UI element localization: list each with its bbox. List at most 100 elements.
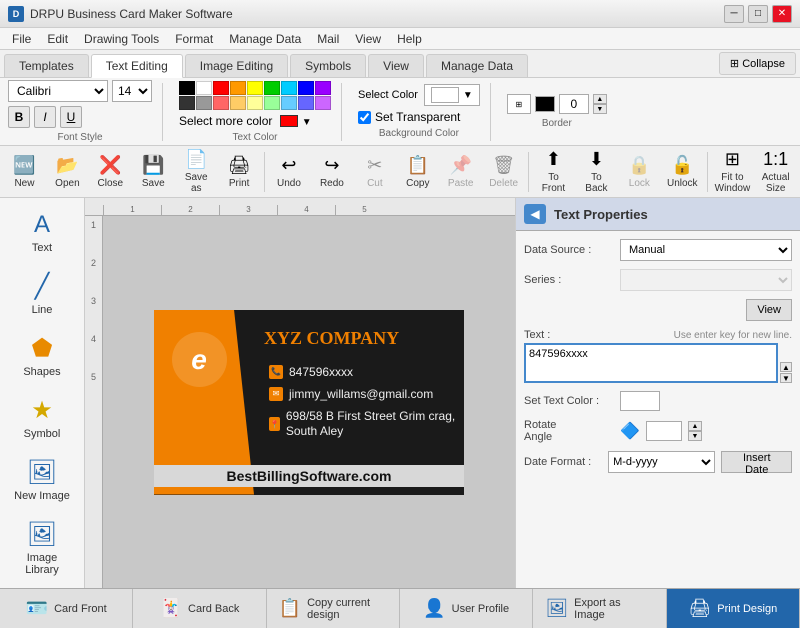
- close-label: Close: [98, 178, 124, 189]
- tool-open[interactable]: 📂Open: [47, 149, 88, 195]
- color-swatch-2[interactable]: [213, 81, 229, 95]
- panel-title: Text Properties: [554, 207, 648, 222]
- tab-text-editing[interactable]: Text Editing: [91, 54, 183, 78]
- tool-paste: 📌Paste: [440, 149, 481, 195]
- border-width-up[interactable]: ▲: [593, 94, 607, 104]
- color-swatch-9[interactable]: [179, 96, 195, 110]
- panel-back-button[interactable]: ◀: [524, 204, 546, 224]
- menu-item-format[interactable]: Format: [167, 30, 221, 48]
- menu-item-file[interactable]: File: [4, 30, 39, 48]
- new-icon: 🆕: [13, 155, 35, 176]
- color-swatch-4[interactable]: [247, 81, 263, 95]
- color-swatch-3[interactable]: [230, 81, 246, 95]
- menu-item-view[interactable]: View: [347, 30, 389, 48]
- text-textarea[interactable]: 847596xxxx: [524, 343, 778, 383]
- color-swatch-12[interactable]: [230, 96, 246, 110]
- minimize-button[interactable]: ─: [724, 5, 744, 23]
- tab-view[interactable]: View: [368, 54, 424, 77]
- color-swatch-16[interactable]: [298, 96, 314, 110]
- sidebar-item-imagelibrary[interactable]: 🖼Image Library: [3, 513, 81, 583]
- transparent-checkbox[interactable]: [358, 111, 371, 124]
- save-icon: 💾: [142, 155, 164, 176]
- sidebar-item-newimage[interactable]: 🖼New Image: [3, 451, 81, 509]
- text-label: Text: [32, 242, 52, 254]
- color-swatch-5[interactable]: [264, 81, 280, 95]
- tool-print[interactable]: 🖨Print: [219, 149, 260, 195]
- menu-item-manage-data[interactable]: Manage Data: [221, 30, 309, 48]
- tool-new[interactable]: 🆕New: [4, 149, 45, 195]
- color-swatch-0[interactable]: [179, 81, 195, 95]
- bold-button[interactable]: B: [8, 106, 30, 128]
- color-swatch-10[interactable]: [196, 96, 212, 110]
- border-pattern-selector[interactable]: ⊞: [507, 94, 531, 114]
- bottom-btn-copycurrent[interactable]: 📋Copy current design: [267, 589, 400, 628]
- sidebar-item-signature[interactable]: ✍Signature: [3, 587, 81, 588]
- menu-item-help[interactable]: Help: [389, 30, 430, 48]
- view-button[interactable]: View: [746, 299, 792, 321]
- sidebar-item-line[interactable]: ╱Line: [3, 265, 81, 323]
- bottom-btn-userprofile[interactable]: 👤User Profile: [400, 589, 533, 628]
- bottom-btn-cardback[interactable]: 🃏Card Back: [133, 589, 266, 628]
- color-swatch-17[interactable]: [315, 96, 331, 110]
- scroll-up[interactable]: ▲: [780, 362, 792, 372]
- maximize-button[interactable]: □: [748, 5, 768, 23]
- color-swatch-15[interactable]: [281, 96, 297, 110]
- menu-item-mail[interactable]: Mail: [309, 30, 347, 48]
- rotate-value-input[interactable]: 0: [646, 421, 682, 441]
- tool-saveas[interactable]: 📄Save as: [176, 149, 217, 195]
- date-format-select[interactable]: M-d-yyyy: [608, 451, 715, 473]
- tool-close[interactable]: ❌Close: [90, 149, 131, 195]
- panel-body: Data Source : Manual Series : View Text …: [516, 231, 800, 481]
- border-width-down[interactable]: ▼: [593, 104, 607, 114]
- tool-actualsize[interactable]: 1:1Actual Size: [755, 149, 796, 195]
- tab-templates[interactable]: Templates: [4, 54, 89, 77]
- series-select[interactable]: [620, 269, 792, 291]
- scroll-down[interactable]: ▼: [780, 373, 792, 383]
- color-swatch-11[interactable]: [213, 96, 229, 110]
- rotate-up[interactable]: ▲: [688, 421, 702, 431]
- tool-redo[interactable]: ↪Redo: [311, 149, 352, 195]
- bottom-btn-exportimage[interactable]: 🖼Export as Image: [533, 589, 666, 628]
- tab-manage-data[interactable]: Manage Data: [426, 54, 528, 77]
- font-name-select[interactable]: Calibri: [8, 80, 108, 102]
- select-more-row[interactable]: Select more color ▼: [179, 114, 312, 128]
- tool-undo[interactable]: ↩Undo: [269, 149, 310, 195]
- close-button[interactable]: ✕: [772, 5, 792, 23]
- tool-toback[interactable]: ⬇To Back: [576, 149, 617, 195]
- canvas-scroll[interactable]: e XYZ COMPANY 📞 847596xxxx ✉ jimmy_willa…: [103, 216, 515, 588]
- menu-item-drawing-tools[interactable]: Drawing Tools: [76, 30, 167, 48]
- tool-copy[interactable]: 📋Copy: [397, 149, 438, 195]
- tool-save[interactable]: 💾Save: [133, 149, 174, 195]
- sidebar-item-symbol[interactable]: ★Symbol: [3, 389, 81, 447]
- bg-color-picker[interactable]: ▼: [424, 84, 480, 106]
- underline-button[interactable]: U: [60, 106, 82, 128]
- bottom-btn-printdesign[interactable]: 🖨Print Design: [667, 589, 800, 628]
- tool-tofront[interactable]: ⬆To Front: [533, 149, 574, 195]
- rotate-down[interactable]: ▼: [688, 431, 702, 441]
- sidebar-item-text[interactable]: AText: [3, 204, 81, 261]
- border-color-box[interactable]: [535, 96, 555, 112]
- insert-date-button[interactable]: Insert Date: [721, 451, 792, 473]
- text-color-picker[interactable]: [620, 391, 660, 411]
- tab-image-editing[interactable]: Image Editing: [185, 54, 288, 77]
- bottom-btn-cardfront[interactable]: 🪪Card Front: [0, 589, 133, 628]
- rotate-row: Rotate Angle 🔷 0 ▲ ▼: [524, 419, 792, 443]
- swatch-grid: [179, 81, 331, 110]
- color-swatch-6[interactable]: [281, 81, 297, 95]
- italic-button[interactable]: I: [34, 106, 56, 128]
- tab-symbols[interactable]: Symbols: [290, 54, 366, 77]
- color-swatch-13[interactable]: [247, 96, 263, 110]
- canvas-area: 1 2 3 4 5 1 2 3 4 5 e: [85, 198, 515, 588]
- font-size-select[interactable]: 14: [112, 80, 152, 102]
- collapse-button[interactable]: ⊞ Collapse: [719, 52, 796, 75]
- tool-unlock[interactable]: 🔓Unlock: [662, 149, 703, 195]
- color-swatch-7[interactable]: [298, 81, 314, 95]
- color-swatch-8[interactable]: [315, 81, 331, 95]
- menu-item-edit[interactable]: Edit: [39, 30, 76, 48]
- color-swatch-14[interactable]: [264, 96, 280, 110]
- sidebar-item-shapes[interactable]: ⬟Shapes: [3, 327, 81, 385]
- tool-fitwindow[interactable]: ⊞Fit to Window: [712, 149, 754, 195]
- data-source-select[interactable]: Manual: [620, 239, 792, 261]
- color-swatch-1[interactable]: [196, 81, 212, 95]
- border-width-input[interactable]: [559, 94, 589, 114]
